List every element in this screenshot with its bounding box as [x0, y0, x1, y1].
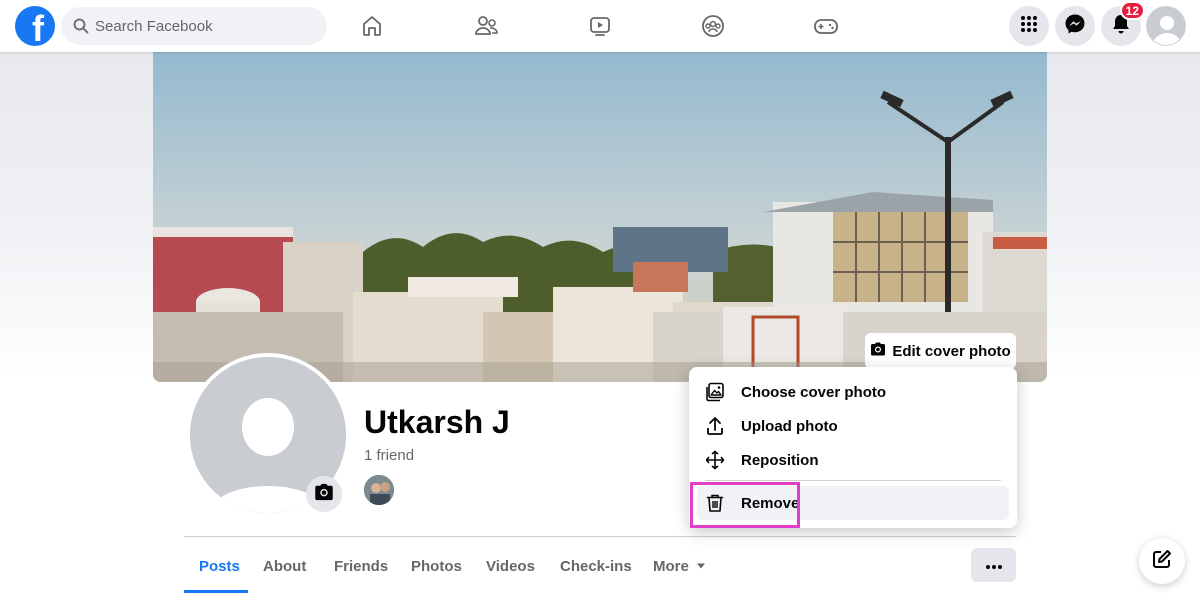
image-icon [703, 380, 727, 404]
friend-count[interactable]: 1 friend [364, 447, 414, 464]
camera-icon [870, 342, 886, 360]
tab-more-label: More [653, 557, 689, 575]
search-input[interactable] [95, 17, 315, 35]
trash-icon [703, 491, 727, 515]
upload-icon [703, 414, 727, 438]
menu-item-choose-cover-photo[interactable]: Choose cover photo [697, 375, 1009, 409]
home-icon[interactable] [352, 6, 392, 46]
menu-item-label: Remove [741, 494, 800, 512]
camera-icon [314, 483, 334, 506]
watch-icon[interactable] [580, 6, 620, 46]
notification-badge: 12 [1119, 1, 1145, 20]
cover-photo-menu: Choose cover photo Upload photo Repositi… [689, 367, 1017, 528]
facebook-logo-letter: f [32, 8, 44, 47]
tabs-divider [184, 536, 1016, 537]
tab-videos[interactable]: Videos [486, 548, 535, 584]
notifications-button[interactable]: 12 [1101, 1, 1145, 46]
tab-posts[interactable]: Posts [199, 548, 240, 584]
account-avatar[interactable] [1146, 6, 1186, 46]
move-icon [703, 448, 727, 472]
menu-item-label: Choose cover photo [741, 383, 887, 401]
facebook-logo[interactable]: f [15, 6, 55, 46]
profile-name: Utkarsh J [364, 404, 510, 440]
gaming-icon[interactable] [806, 6, 846, 46]
menu-item-reposition[interactable]: Reposition [697, 443, 1009, 477]
tab-photos[interactable]: Photos [411, 548, 462, 584]
friends-icon[interactable] [466, 6, 506, 46]
groups-icon[interactable] [693, 6, 733, 46]
menu-grid-button[interactable] [1009, 6, 1049, 46]
messenger-button[interactable] [1055, 6, 1095, 46]
search-icon [71, 16, 91, 36]
edit-cover-photo-button[interactable]: Edit cover photo [865, 333, 1016, 369]
tab-check-ins[interactable]: Check-ins [560, 548, 632, 584]
more-dots-icon [985, 556, 1002, 574]
compose-icon [1152, 549, 1172, 574]
top-navigation-bar: f 12 [0, 0, 1200, 52]
tab-friends[interactable]: Friends [334, 548, 388, 584]
caret-down-icon [696, 562, 706, 570]
menu-divider [705, 480, 1001, 481]
menu-item-upload-photo[interactable]: Upload photo [697, 409, 1009, 443]
grid-icon [1019, 14, 1039, 39]
menu-item-label: Reposition [741, 451, 819, 469]
new-message-button[interactable] [1139, 538, 1185, 584]
update-profile-picture-button[interactable] [306, 476, 342, 512]
tab-about[interactable]: About [263, 548, 306, 584]
active-tab-indicator [184, 590, 248, 593]
search-box[interactable] [61, 7, 327, 45]
messenger-icon [1064, 13, 1086, 40]
tab-more[interactable]: More [653, 548, 706, 584]
menu-item-remove[interactable]: Remove [697, 486, 1009, 520]
edit-cover-photo-label: Edit cover photo [892, 342, 1011, 360]
menu-item-label: Upload photo [741, 417, 838, 435]
profile-options-button[interactable] [971, 548, 1016, 582]
friend-avatar[interactable] [363, 474, 395, 506]
